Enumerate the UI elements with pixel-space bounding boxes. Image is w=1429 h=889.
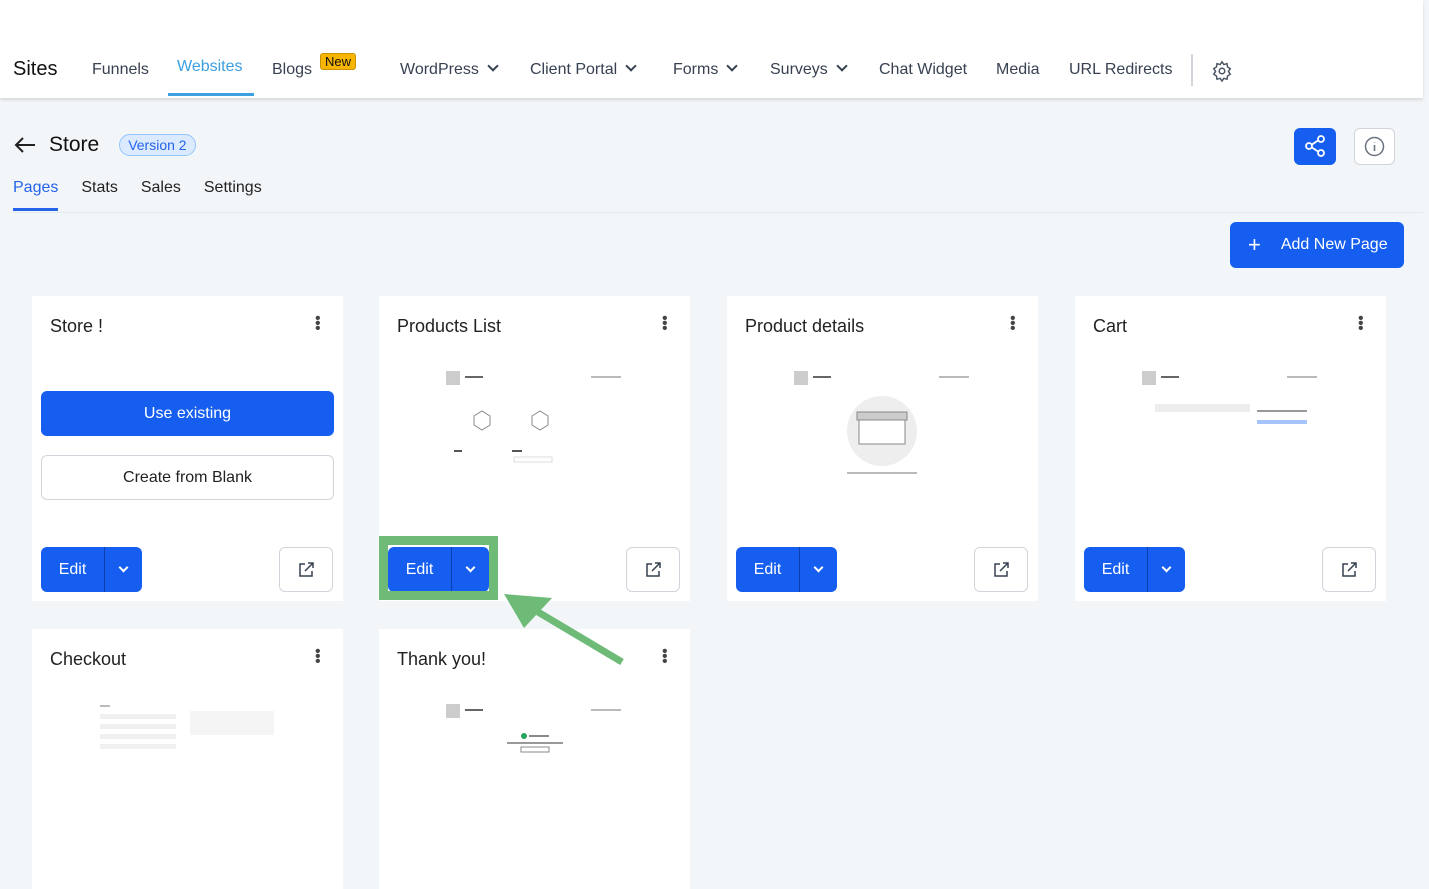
info-button[interactable]	[1354, 128, 1395, 165]
nav-surveys[interactable]: Surveys	[770, 60, 848, 79]
nav-label: WordPress	[400, 61, 479, 78]
plus-icon: +	[1248, 232, 1261, 257]
divider	[1191, 54, 1193, 86]
page-thumbnail	[1142, 371, 1317, 424]
add-page-label: Add New Page	[1280, 236, 1388, 253]
annotation-arrow-icon	[504, 594, 624, 666]
edit-button-group: Edit	[388, 547, 489, 592]
card-title: Product details	[745, 316, 865, 336]
edit-dropdown-button[interactable]	[1148, 561, 1185, 579]
share-icon	[1305, 135, 1325, 157]
chevron-down-icon	[1161, 562, 1172, 572]
open-external-button[interactable]	[626, 547, 680, 592]
page-card: Store ! • • • Use existing Create from Bla…	[32, 296, 343, 601]
edit-dropdown-button[interactable]	[800, 561, 837, 579]
nav-funnels[interactable]: Funnels	[92, 61, 149, 79]
nav-media[interactable]: Media	[996, 61, 1040, 79]
version-badge: Version 2	[119, 134, 196, 156]
chevron-down-icon	[813, 562, 824, 572]
card-title: Store !	[50, 316, 104, 336]
back-arrow-icon[interactable]	[13, 135, 37, 155]
page-thumbnail	[446, 704, 621, 753]
tab-sales[interactable]: Sales	[141, 179, 181, 211]
nav-websites[interactable]: Websites	[177, 58, 243, 76]
nav-client-portal[interactable]: Client Portal	[530, 60, 637, 79]
page-card: Products List • • • Edit	[379, 296, 690, 601]
nav-blogs[interactable]: Blogs	[272, 61, 312, 79]
page-card: Checkout • • •	[32, 629, 343, 889]
nav-url-redirects[interactable]: URL Redirects	[1069, 61, 1172, 79]
page-thumbnail	[794, 371, 969, 474]
chevron-down-icon	[465, 562, 476, 572]
open-external-button[interactable]	[1322, 547, 1376, 592]
card-title: Thank you!	[397, 649, 487, 669]
more-options-icon[interactable]: • • •	[1358, 311, 1364, 337]
nav-label: Forms	[673, 61, 719, 78]
external-link-icon	[646, 561, 661, 577]
active-tab-indicator	[168, 93, 254, 96]
page-thumbnail	[446, 371, 621, 463]
more-options-icon[interactable]: • • •	[315, 644, 321, 670]
open-external-button[interactable]	[279, 547, 333, 592]
page-card: Product details • • • Edit	[727, 296, 1038, 601]
more-options-icon[interactable]: • • •	[315, 311, 321, 337]
external-link-icon	[1342, 561, 1357, 577]
edit-dropdown-button[interactable]	[105, 561, 142, 579]
edit-button[interactable]: Edit	[1084, 547, 1148, 592]
create-from-blank-button[interactable]: Create from Blank	[41, 455, 334, 500]
more-options-icon[interactable]: • • •	[1010, 311, 1016, 337]
use-existing-button[interactable]: Use existing	[41, 391, 334, 436]
nav-label: Client Portal	[530, 61, 618, 78]
edit-button[interactable]: Edit	[41, 547, 105, 592]
card-title: Cart	[1093, 316, 1128, 336]
open-external-button[interactable]	[974, 547, 1028, 592]
tab-pages[interactable]: Pages	[13, 179, 59, 211]
chevron-down-icon	[118, 562, 129, 572]
page-thumbnail	[100, 705, 274, 749]
external-link-icon	[299, 561, 314, 577]
add-new-page-button[interactable]: + Add New Page	[1230, 222, 1404, 268]
more-options-icon[interactable]: • • •	[662, 311, 668, 337]
nav-label: Surveys	[770, 61, 828, 78]
page-card: Cart • • • Edit	[1075, 296, 1386, 601]
info-icon	[1364, 136, 1385, 157]
more-options-icon[interactable]: • • •	[662, 644, 668, 670]
card-title: Checkout	[50, 649, 127, 669]
top-navbar: Sites Funnels Websites Blogs WordPress C…	[0, 0, 1423, 98]
tab-stats[interactable]: Stats	[81, 179, 117, 211]
nav-wordpress[interactable]: WordPress	[400, 60, 499, 79]
edit-button[interactable]: Edit	[736, 547, 800, 592]
tab-settings[interactable]: Settings	[204, 179, 262, 211]
chevron-down-icon	[726, 60, 738, 72]
nav-forms[interactable]: Forms	[673, 60, 738, 79]
page-title: Store	[49, 133, 100, 156]
edit-button[interactable]: Edit	[388, 547, 452, 592]
external-link-icon	[994, 561, 1009, 577]
edit-dropdown-button[interactable]	[452, 561, 489, 579]
edit-button-group: Edit	[41, 547, 142, 592]
share-button[interactable]	[1294, 128, 1336, 165]
divider	[13, 212, 1423, 213]
card-title: Products List	[397, 316, 502, 336]
chevron-down-icon	[487, 60, 499, 72]
edit-button-group: Edit	[736, 547, 837, 592]
chevron-down-icon	[836, 60, 848, 72]
nav-chat-widget[interactable]: Chat Widget	[879, 61, 967, 79]
gear-icon[interactable]	[1211, 60, 1233, 82]
chevron-down-icon	[625, 60, 637, 72]
new-badge: New	[320, 53, 357, 70]
edit-button-group: Edit	[1084, 547, 1185, 592]
